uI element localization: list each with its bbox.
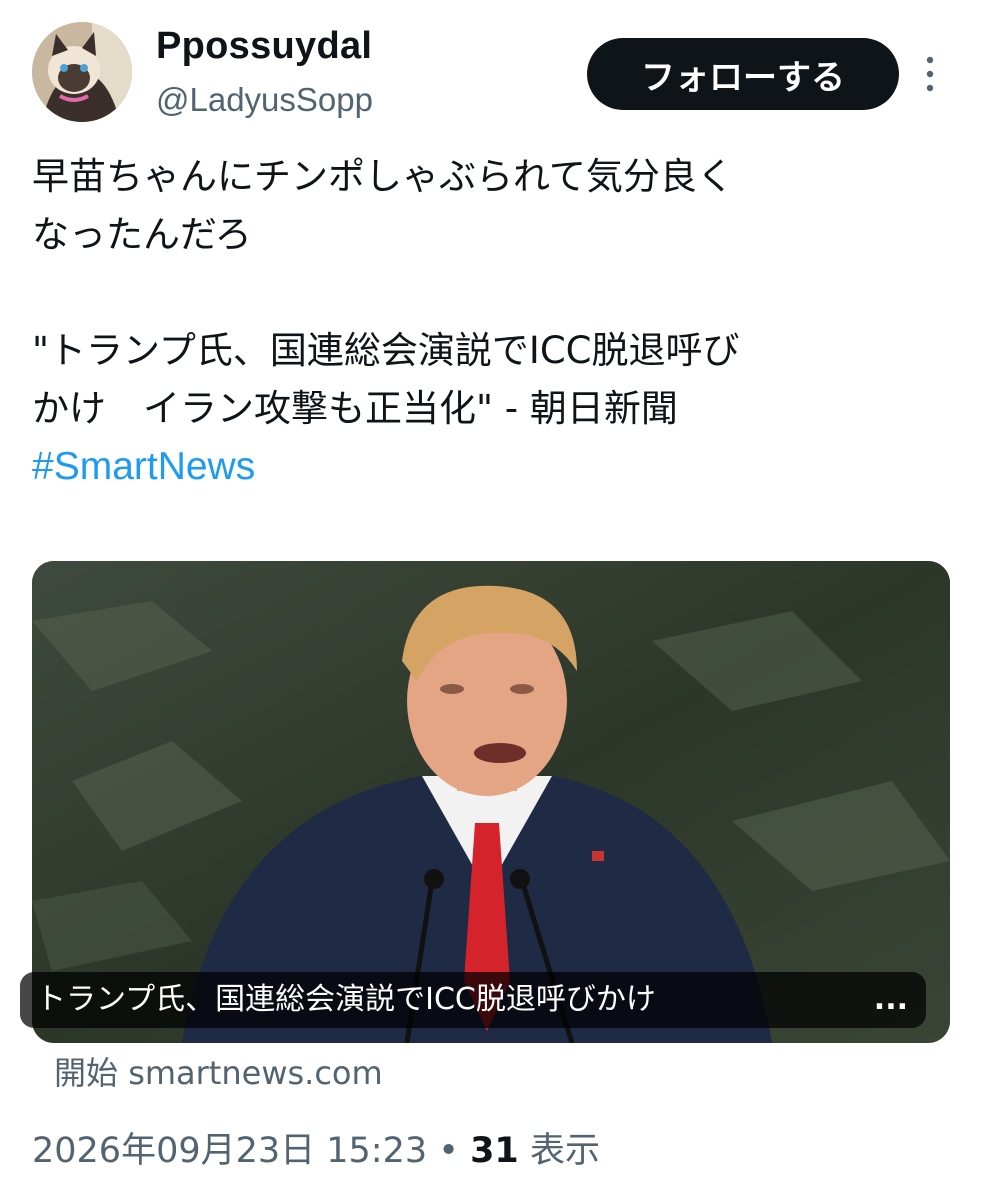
user-handle[interactable]: @LadyusSopp <box>156 78 373 122</box>
meta-separator: • <box>438 1131 459 1171</box>
views-count: 31 <box>470 1131 519 1171</box>
card-source[interactable]: 開始 smartnews.com <box>54 1048 383 1098</box>
timestamp[interactable]: 2026年09月23日 15:23 <box>32 1131 427 1171</box>
tweet-text-line: 早苗ちゃんにチンポしゃぶられて気分良く <box>32 155 734 198</box>
tweet-text-line: なったんだろ <box>32 213 252 256</box>
quoted-headline-line: かけ イラン攻撃も正当化" - 朝日新聞 <box>32 387 678 430</box>
tweet-meta: 2026年09月23日 15:23 • 31 表示 <box>32 1122 600 1180</box>
tweet-header: Ppossuydal @LadyusSopp フォローする <box>0 0 982 140</box>
source-domain: smartnews.com <box>128 1054 383 1092</box>
hashtag-link[interactable]: #SmartNews <box>32 445 255 488</box>
display-name[interactable]: Ppossuydal <box>156 22 373 70</box>
link-card[interactable] <box>32 561 950 1043</box>
quoted-headline-line: "トランプ氏、国連総会演説でICC脱退呼び <box>32 329 740 372</box>
views-label: 表示 <box>529 1131 600 1171</box>
follow-button[interactable]: フォローする <box>587 38 899 110</box>
card-title-ellipsis: ... <box>873 982 908 1017</box>
card-title[interactable]: トランプ氏、国連総会演説でICC脱退呼びかけ ... <box>20 972 926 1028</box>
card-title-text: トランプ氏、国連総会演説でICC脱退呼びかけ <box>36 982 656 1017</box>
news-photo <box>32 561 950 1043</box>
tweet-text: 早苗ちゃんにチンポしゃぶられて気分良く なったんだろ "トランプ氏、国連総会演説… <box>32 148 962 496</box>
avatar[interactable] <box>32 22 132 122</box>
source-prefix: 開始 <box>54 1054 119 1092</box>
cat-avatar-image <box>32 22 132 122</box>
more-vertical-icon[interactable] <box>918 52 942 96</box>
